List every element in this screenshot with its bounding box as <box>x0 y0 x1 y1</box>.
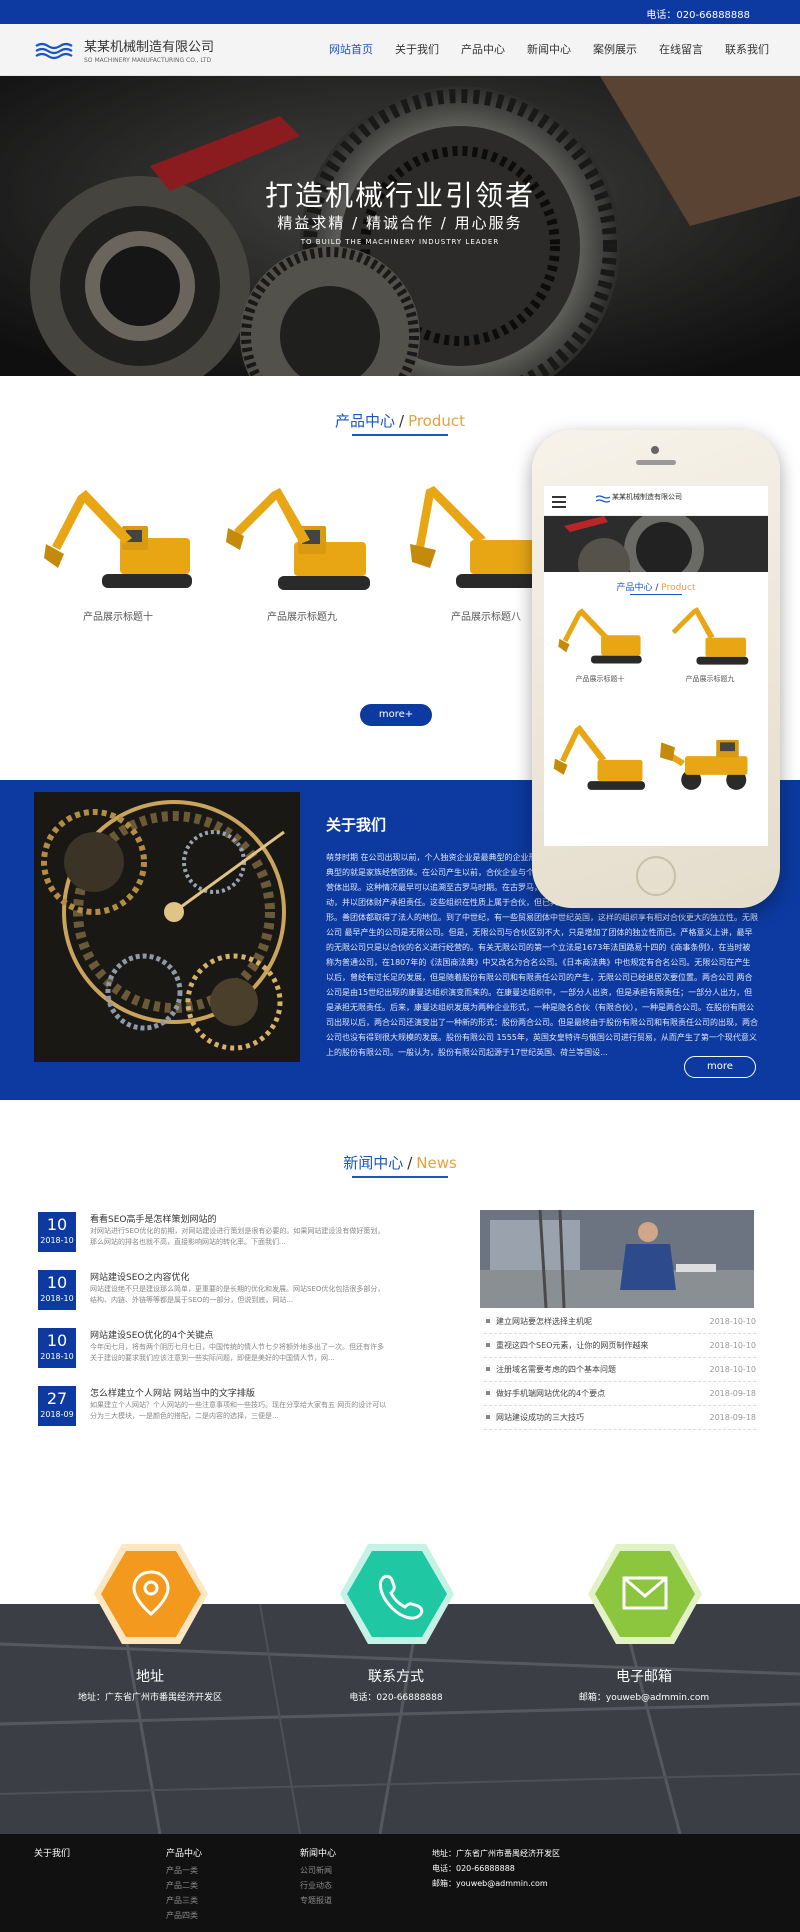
footer-link[interactable]: 产品四类 <box>166 1908 202 1923</box>
contact-address: 地址 地址：广东省广州市番禺经济开发区 <box>77 1669 222 1703</box>
nav-contact[interactable]: 联系我们 <box>714 24 780 76</box>
mobile-product-card[interactable] <box>550 720 650 800</box>
banner-title: 打造机械行业引领者 <box>264 179 535 212</box>
news-desc: 今年闰七月，将有两个阴历七月七日，中国传统的情人节七夕将额外地多出了一次。但还有… <box>90 1343 384 1362</box>
footer-col-news: 新闻中心 公司新闻 行业动态 专题报道 <box>300 1846 336 1908</box>
about-more-button[interactable]: more <box>684 1056 756 1078</box>
news-desc: 网站建设绝不只是建设那么简单，更重要的是长期的优化和发展。网站SEO优化包括很多… <box>90 1285 385 1304</box>
news-date: 27 2018-09 <box>38 1386 76 1426</box>
banner-subtitle: 精益求精 / 精诚合作 / 用心服务 <box>277 214 523 232</box>
nav-products[interactable]: 产品中心 <box>450 24 516 76</box>
logo-company-en: SO MACHINERY MANUFACTURING CO., LTD <box>84 57 212 64</box>
nav-about[interactable]: 关于我们 <box>384 24 450 76</box>
banner-en: TO BUILD THE MACHINERY INDUSTRY LEADER <box>300 238 500 246</box>
mobile-product-card[interactable]: 产品展示标题九 <box>660 606 760 684</box>
excavator-icon <box>553 724 645 790</box>
news-title-underline <box>352 1176 448 1178</box>
footer-link[interactable]: 产品一类 <box>166 1863 202 1878</box>
product-label: 产品展示标题九 <box>267 612 337 623</box>
top-bar: 电话：020-66888888 <box>0 0 800 24</box>
location-icon <box>94 1544 208 1644</box>
nav-message[interactable]: 在线留言 <box>648 24 714 76</box>
speaker-icon <box>636 460 676 465</box>
footer-link[interactable]: 产品三类 <box>166 1893 202 1908</box>
logo[interactable]: 某某机械制造有限公司 SO MACHINERY MANUFACTURING CO… <box>34 36 214 64</box>
product-title-underline <box>352 434 448 436</box>
excavator-icon <box>671 607 749 665</box>
top-phone: 电话：020-66888888 <box>646 10 750 21</box>
mobile-logo-text: 某某机械制造有限公司 <box>612 493 682 501</box>
wheel-loader-icon <box>660 739 748 790</box>
about-title: 关于我们 <box>326 816 387 834</box>
news-list-item[interactable]: 网站建设成功的三大技巧 2018-09-18 <box>484 1406 756 1430</box>
clockwork-gears-image <box>34 792 300 1062</box>
footer: 关于我们 产品中心 产品一类 产品二类 产品三类 产品四类 新闻中心 公司新闻 … <box>0 1834 800 1932</box>
contact-section: 地址 地址：广东省广州市番禺经济开发区 联系方式 电话：020-66888888… <box>0 1542 800 1834</box>
phone-mockup: 某某机械制造有限公司 产品中心 / Product 产品展示标题十 产品展示标题… <box>532 430 780 908</box>
news-desc: 对网站进行SEO优化的前期，对网站建设进行策划是很有必要的。如果网站建设没有做好… <box>90 1227 385 1246</box>
news-title[interactable]: 看看SEO高手是怎样策划网站的 <box>90 1212 216 1225</box>
nav-home[interactable]: 网站首页 <box>318 24 384 76</box>
nav-news[interactable]: 新闻中心 <box>516 24 582 76</box>
news-title[interactable]: 网站建设SEO优化的4个关键点 <box>90 1328 213 1341</box>
news-desc: 如果建立个人网站？个人网站的一些注意事项和一些技巧。现在分享给大家有五 网页的设… <box>90 1401 387 1420</box>
hero-banner: 打造机械行业引领者 精益求精 / 精诚合作 / 用心服务 TO BUILD TH… <box>0 76 800 376</box>
mobile-product-card[interactable]: 产品展示标题十 <box>550 606 650 684</box>
excavator-icon <box>558 608 642 664</box>
news-section: 新闻中心 / News 10 2018-10 看看SEO高手是怎样策划网站的 对网站… <box>0 1100 800 1542</box>
news-list-item[interactable]: 建立网站要怎样选择主机呢 2018-10-10 <box>484 1310 756 1334</box>
waves-logo-icon <box>35 42 73 60</box>
product-card[interactable]: 产品展示标题十 <box>38 486 198 623</box>
mobile-product-card[interactable] <box>660 720 760 800</box>
products-more-button[interactable]: more+ <box>360 704 432 726</box>
email-icon <box>588 1544 702 1644</box>
camera-icon <box>651 446 659 454</box>
product-card[interactable]: 产品展示标题九 <box>222 486 382 623</box>
header: 某某机械制造有限公司 SO MACHINERY MANUFACTURING CO… <box>0 24 800 76</box>
excavator-icon <box>44 490 192 588</box>
news-item[interactable]: 10 2018-10 网站建设SEO之内容优化 网站建设绝不只是建设那么简单，更… <box>38 1270 394 1318</box>
footer-link[interactable]: 专题报道 <box>300 1893 336 1908</box>
news-list-item[interactable]: 注册域名需要考虑的四个基本问题 2018-10-10 <box>484 1358 756 1382</box>
hamburger-menu-icon[interactable] <box>552 496 566 511</box>
news-title[interactable]: 网站建设SEO之内容优化 <box>90 1270 189 1283</box>
footer-col-about: 关于我们 <box>34 1846 70 1863</box>
worker-photo-image <box>480 1210 754 1308</box>
news-section-title: 新闻中心 / News <box>343 1154 457 1172</box>
main-nav: 网站首页 关于我们 产品中心 新闻中心 案例展示 在线留言 联系我们 <box>318 24 780 76</box>
contact-email: 电子邮箱 邮箱：youweb@admmin.com <box>578 1669 710 1703</box>
phone-icon <box>340 1544 454 1644</box>
product-section-title: 产品中心 / Product <box>334 412 466 430</box>
news-title[interactable]: 怎么样建立个人网站 网站当中的文字排版 <box>90 1386 255 1399</box>
footer-link[interactable]: 公司新闻 <box>300 1863 336 1878</box>
mobile-product-title: 产品中心 / Product <box>616 583 696 593</box>
mobile-header: 某某机械制造有限公司 <box>544 486 768 516</box>
about-image <box>34 792 300 1062</box>
news-date: 10 2018-10 <box>38 1270 76 1310</box>
footer-contact: 地址：广东省广州市番禺经济开发区 电话：020-66888888 邮箱：youw… <box>432 1849 560 1888</box>
nav-cases[interactable]: 案例展示 <box>582 24 648 76</box>
product-label: 产品展示标题十 <box>83 612 153 623</box>
news-date: 10 2018-10 <box>38 1212 76 1252</box>
news-list-item[interactable]: 重视这四个SEO元素，让你的网页制作越来 2018-10-10 <box>484 1334 756 1358</box>
phone-screen: 某某机械制造有限公司 产品中心 / Product 产品展示标题十 产品展示标题… <box>544 486 768 846</box>
news-item[interactable]: 10 2018-10 看看SEO高手是怎样策划网站的 对网站进行SEO优化的前期… <box>38 1212 394 1260</box>
footer-link[interactable]: 行业动态 <box>300 1878 336 1893</box>
news-date: 10 2018-10 <box>38 1328 76 1368</box>
news-item[interactable]: 10 2018-10 网站建设SEO优化的4个关键点 今年闰七月，将有两个阴历七… <box>38 1328 394 1376</box>
contact-phone: 联系方式 电话：020-66888888 <box>349 1669 443 1703</box>
footer-link-about[interactable]: 关于我们 <box>34 1846 70 1859</box>
logo-company-name: 某某机械制造有限公司 <box>84 40 215 55</box>
news-image <box>480 1210 754 1308</box>
home-button[interactable] <box>636 856 676 896</box>
mobile-banner-image <box>544 516 768 572</box>
news-item[interactable]: 27 2018-09 怎么样建立个人网站 网站当中的文字排版 如果建立个人网站？… <box>38 1386 394 1434</box>
waves-logo-icon <box>596 495 610 503</box>
news-list-item[interactable]: 做好手机端网站优化的4个要点 2018-09-18 <box>484 1382 756 1406</box>
excavator-icon <box>226 488 370 590</box>
footer-link[interactable]: 产品二类 <box>166 1878 202 1893</box>
